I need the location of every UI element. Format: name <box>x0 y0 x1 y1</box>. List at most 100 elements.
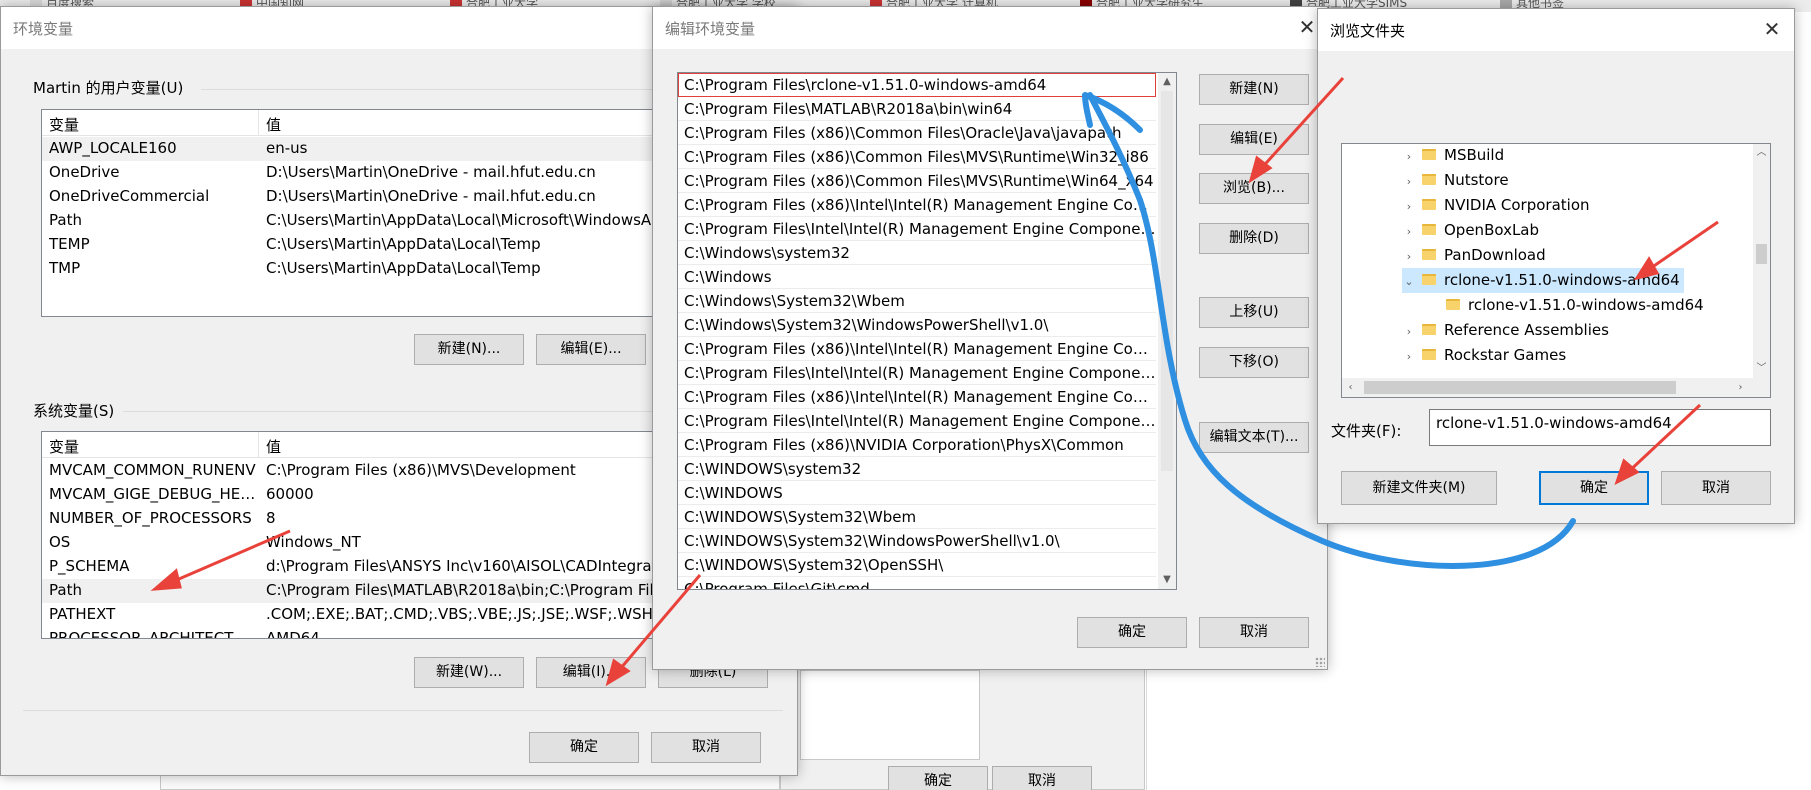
variable-value: 60000 <box>266 485 314 503</box>
background-ok-button[interactable]: 确定 <box>888 766 988 790</box>
resize-grip[interactable] <box>1315 657 1325 667</box>
col-value-header[interactable]: 值 <box>266 436 281 457</box>
close-icon[interactable]: ✕ <box>1758 15 1786 43</box>
path-entry[interactable]: C:\Program Files (x86)\Intel\Intel(R) Ma… <box>678 385 1156 409</box>
env-vars-title: 环境变量 <box>13 20 74 38</box>
tree-item-label: rclone-v1.51.0-windows-amd64 <box>1444 271 1680 289</box>
env-vars-cancel-button[interactable]: 取消 <box>651 732 761 763</box>
path-entry[interactable]: C:\Program Files\Intel\Intel(R) Manageme… <box>678 361 1156 385</box>
folder-icon <box>1422 174 1436 185</box>
variable-value: C:\Program Files\MATLAB\R2018a\bin;C:\Pr… <box>266 581 671 599</box>
path-entry[interactable]: C:\Program Files (x86)\Common Files\Orac… <box>678 121 1156 145</box>
variable-value: C:\Users\Martin\AppData\Local\Microsoft\… <box>266 211 684 229</box>
folder-field[interactable]: rclone-v1.51.0-windows-amd64 <box>1429 409 1771 446</box>
tree-item[interactable]: › NVIDIA Corporation <box>1402 193 1594 218</box>
tree-item[interactable]: rclone-v1.51.0-windows-amd64 <box>1426 293 1708 318</box>
path-entry[interactable]: C:\Program Files (x86)\Common Files\MVS\… <box>678 169 1156 193</box>
tree-item[interactable]: › PanDownload <box>1402 243 1550 268</box>
scroll-thumb[interactable] <box>1161 91 1173 471</box>
path-entry[interactable]: C:\WINDOWS <box>678 481 1156 505</box>
path-entry[interactable]: C:\WINDOWS\System32\OpenSSH\ <box>678 553 1156 577</box>
scroll-up-icon[interactable]: ︿ <box>1753 144 1770 161</box>
path-entry[interactable]: C:\WINDOWS\System32\Wbem <box>678 505 1156 529</box>
path-entry[interactable]: C:\Program Files\MATLAB\R2018a\bin\win64 <box>678 97 1156 121</box>
chevron-right-icon[interactable]: › <box>1402 344 1416 369</box>
tree-item[interactable]: › Rockstar Games <box>1402 343 1570 368</box>
path-entry[interactable]: C:\Windows\System32\Wbem <box>678 289 1156 313</box>
col-value-header[interactable]: 值 <box>266 114 281 135</box>
path-list-scrollbar[interactable]: ▲ ▼ <box>1158 73 1176 589</box>
path-move-down-button[interactable]: 下移(O) <box>1199 347 1309 378</box>
background-cancel-button[interactable]: 取消 <box>992 766 1092 790</box>
edit-env-titlebar[interactable]: 编辑环境变量 ✕ <box>653 7 1327 49</box>
path-entry[interactable]: C:\Program Files\rclone-v1.51.0-windows-… <box>678 73 1156 97</box>
col-variable-header[interactable]: 变量 <box>49 436 79 457</box>
folder-tree[interactable]: › MSBuild › Nutstore › NVIDIA Corporation › Ope… <box>1341 143 1771 398</box>
env-vars-ok-button[interactable]: 确定 <box>529 732 639 763</box>
path-entry[interactable]: C:\WINDOWS\system32 <box>678 457 1156 481</box>
path-move-up-button[interactable]: 上移(U) <box>1199 297 1309 328</box>
folder-icon <box>1422 224 1436 235</box>
col-separator[interactable] <box>258 110 259 136</box>
path-entry[interactable]: C:\WINDOWS\System32\WindowsPowerShell\v1… <box>678 529 1156 553</box>
path-list[interactable]: C:\Program Files\rclone-v1.51.0-windows-… <box>677 72 1177 590</box>
col-variable-header[interactable]: 变量 <box>49 114 79 135</box>
path-entry[interactable]: C:\Program Files (x86)\Intel\Intel(R) Ma… <box>678 193 1156 217</box>
user-new-button[interactable]: 新建(N)... <box>414 334 524 365</box>
folder-icon <box>1422 149 1436 160</box>
user-edit-button[interactable]: 编辑(E)... <box>536 334 646 365</box>
variable-name: Path <box>49 211 82 229</box>
tree-item[interactable]: ⌄ rclone-v1.51.0-windows-amd64 <box>1402 268 1684 293</box>
tree-item[interactable]: › Nutstore <box>1402 168 1513 193</box>
chevron-right-icon[interactable]: › <box>1402 194 1416 219</box>
chevron-right-icon[interactable]: › <box>1402 219 1416 244</box>
tree-item[interactable]: › MSBuild <box>1402 144 1508 169</box>
path-entry[interactable]: C:\Program Files (x86)\Common Files\MVS\… <box>678 145 1156 169</box>
tree-vscrollbar[interactable]: ︿ ﹀ <box>1753 144 1770 378</box>
col-separator[interactable] <box>258 432 259 458</box>
tree-item[interactable]: › OpenBoxLab <box>1402 218 1543 243</box>
variable-name: Path <box>49 581 82 599</box>
browse-titlebar[interactable]: 浏览文件夹 ✕ <box>1318 9 1794 51</box>
system-new-button[interactable]: 新建(W)... <box>414 657 524 688</box>
scroll-down-icon[interactable]: ﹀ <box>1753 360 1770 377</box>
variable-name: OneDrive <box>49 163 120 181</box>
new-folder-button[interactable]: 新建文件夹(M) <box>1341 471 1497 505</box>
folder-field-label: 文件夹(F): <box>1331 422 1402 440</box>
path-entry[interactable]: C:\Program Files\Git\cmd <box>678 577 1156 589</box>
tree-item-label: OpenBoxLab <box>1444 221 1540 239</box>
tree-item-label: Rockstar Games <box>1444 346 1567 364</box>
scroll-thumb[interactable] <box>1364 381 1676 394</box>
scroll-left-icon[interactable]: ‹ <box>1342 379 1359 396</box>
scroll-right-icon[interactable]: › <box>1732 379 1749 396</box>
edit-env-ok-button[interactable]: 确定 <box>1077 617 1187 648</box>
browse-ok-button[interactable]: 确定 <box>1539 471 1649 505</box>
chevron-right-icon[interactable]: › <box>1402 319 1416 344</box>
path-entry[interactable]: C:\Program Files\Intel\Intel(R) Manageme… <box>678 409 1156 433</box>
path-entry[interactable]: C:\Program Files (x86)\NVIDIA Corporatio… <box>678 433 1156 457</box>
path-new-button[interactable]: 新建(N) <box>1199 74 1309 105</box>
system-edit-button[interactable]: 编辑(I)... <box>536 657 646 688</box>
path-entry[interactable]: C:\Program Files (x86)\Intel\Intel(R) Ma… <box>678 337 1156 361</box>
scroll-up-icon[interactable]: ▲ <box>1158 73 1176 90</box>
path-edit-button[interactable]: 编辑(E) <box>1199 124 1309 155</box>
folder-icon <box>1422 274 1436 285</box>
path-entry[interactable]: C:\Program Files\Intel\Intel(R) Manageme… <box>678 217 1156 241</box>
path-entry[interactable]: C:\Windows\System32\WindowsPowerShell\v1… <box>678 313 1156 337</box>
scroll-thumb[interactable] <box>1756 244 1767 264</box>
path-delete-button[interactable]: 删除(D) <box>1199 223 1309 254</box>
chevron-down-icon[interactable]: ⌄ <box>1402 269 1416 294</box>
tree-item[interactable]: › Reference Assemblies <box>1402 318 1613 343</box>
tree-item-label: PanDownload <box>1444 246 1546 264</box>
chevron-right-icon[interactable]: › <box>1402 169 1416 194</box>
edit-env-cancel-button[interactable]: 取消 <box>1199 617 1309 648</box>
tree-hscrollbar[interactable]: ‹ › <box>1342 378 1770 397</box>
chevron-right-icon[interactable]: › <box>1402 144 1416 169</box>
chevron-right-icon[interactable]: › <box>1402 244 1416 269</box>
scroll-down-icon[interactable]: ▼ <box>1158 571 1176 588</box>
browse-cancel-button[interactable]: 取消 <box>1661 471 1771 505</box>
path-entry[interactable]: C:\Windows <box>678 265 1156 289</box>
path-edit-text-button[interactable]: 编辑文本(T)... <box>1199 422 1309 453</box>
path-entry[interactable]: C:\Windows\system32 <box>678 241 1156 265</box>
path-browse-button[interactable]: 浏览(B)... <box>1199 173 1309 204</box>
